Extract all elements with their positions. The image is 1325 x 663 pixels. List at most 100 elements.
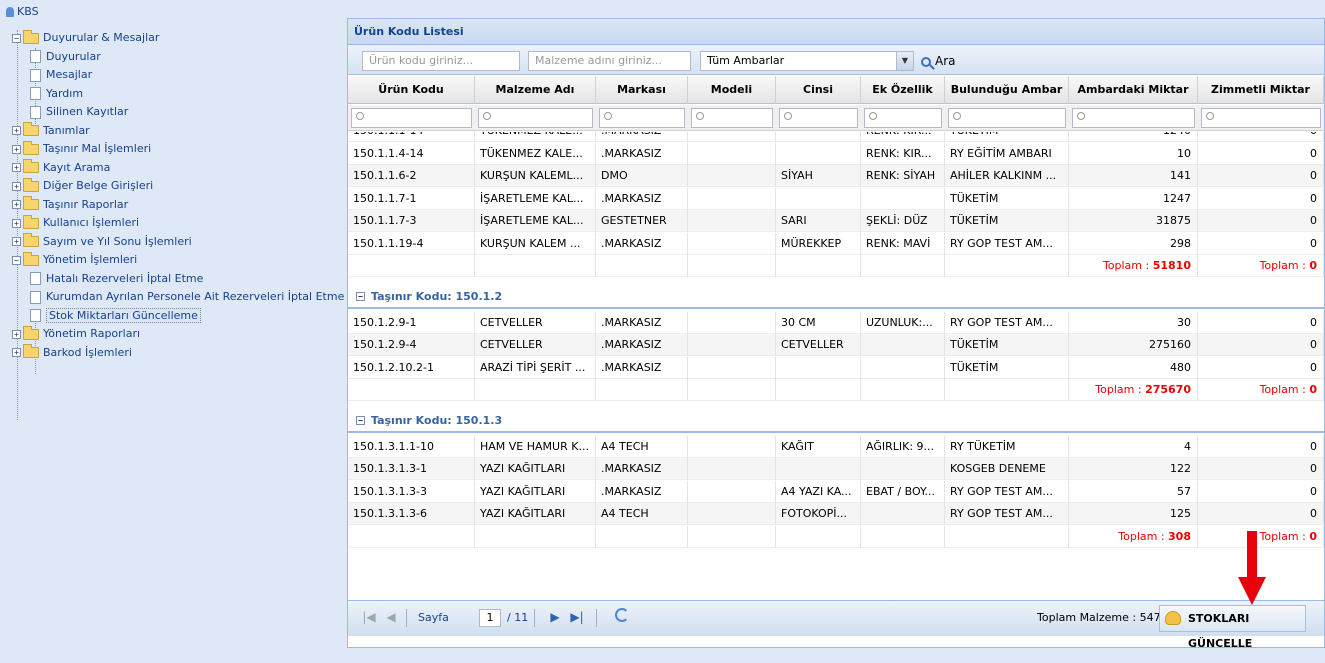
table-row[interactable]: 150.1.3.1.3-6 YAZI KAĞITLARI A4 TECH FOTOKO… [348, 503, 1324, 525]
table-cell: RENK: KIR... [861, 132, 945, 142]
last-page-icon[interactable]: ▶| [570, 610, 584, 624]
table-cell: 0 [1198, 435, 1324, 458]
tree-item-label: Tanımlar [43, 123, 90, 137]
column-filter-input[interactable] [779, 108, 858, 128]
table-row[interactable]: 150.1.1.7-3 İŞARETLEME KAL... GESTETNER SAR… [348, 210, 1324, 232]
table-row[interactable]: 150.1.2.9-1 CETVELLER .MARKASIZ 30 CM UZUNLU… [348, 311, 1324, 334]
grid-body[interactable]: 150.1.1.1-14TÜKENMEZ KALE....MARKASIZREN… [348, 132, 1324, 596]
tree-root[interactable]: KBS [6, 1, 39, 22]
table-cell [688, 356, 776, 379]
table-cell: TÜKENMEZ KALE... [475, 142, 596, 165]
next-page-icon[interactable]: ▶ [548, 610, 562, 624]
column-header[interactable]: Zimmetli Miktar [1198, 76, 1324, 104]
expand-icon[interactable]: + [12, 218, 21, 228]
collapse-icon[interactable]: − [12, 255, 21, 265]
column-filter-input[interactable] [599, 108, 685, 128]
column-header[interactable]: Cinsi [776, 76, 861, 104]
folder-icon [23, 177, 39, 192]
table-row[interactable]: 150.1.3.1.1-10 HAM VE HAMUR K... A4 TECH KA… [348, 435, 1324, 458]
total-value: 0 [1309, 383, 1317, 396]
column-filter-input[interactable] [948, 108, 1066, 128]
table-cell [861, 525, 945, 548]
table-cell [776, 525, 861, 548]
expand-icon[interactable]: + [12, 348, 21, 357]
chevron-down-icon[interactable]: ▼ [896, 52, 913, 70]
column-filter-input[interactable] [1201, 108, 1321, 128]
expand-icon[interactable]: + [12, 126, 21, 135]
table-cell: 275160 [1069, 334, 1198, 356]
table-cell: .MARKASIZ [596, 187, 688, 210]
table-row[interactable]: 150.1.3.1.3-1 YAZI KAĞITLARI .MARKASIZ KOSG… [348, 458, 1324, 480]
table-cell: TÜKETİM [945, 132, 1069, 142]
table-cell [596, 379, 688, 401]
total-label: Toplam : [1259, 529, 1310, 543]
product-code-input[interactable]: Ürün kodu giriniz... [362, 51, 520, 71]
table-cell: .MARKASIZ [596, 311, 688, 334]
collapse-icon[interactable]: − [356, 292, 365, 301]
column-header[interactable]: Ek Özellik [861, 76, 945, 104]
table-row[interactable]: 150.1.1.1-14TÜKENMEZ KALE....MARKASIZ REN… [348, 132, 1324, 142]
tree-item-label: Diğer Belge Girişleri [43, 179, 154, 192]
update-stocks-button[interactable]: STOKLARI GÜNCELLE [1159, 605, 1306, 650]
column-filter-input[interactable] [864, 108, 942, 128]
total-label: Toplam : [1118, 529, 1169, 543]
folder-icon [23, 251, 39, 266]
first-page-icon[interactable]: |◀ [362, 610, 376, 624]
table-row[interactable]: 150.1.1.7-1 İŞARETLEME KAL... .MARKASIZ TÜK… [348, 187, 1324, 210]
column-header[interactable]: Markası [596, 76, 688, 104]
expand-icon[interactable]: + [12, 200, 21, 209]
table-cell: 0 [1198, 311, 1324, 334]
table-cell: 0 [1198, 165, 1324, 187]
tree-item-label: Taşınır Raporlar [43, 197, 129, 211]
table-row[interactable]: 150.1.2.10.2-1 ARAZİ TİPİ ŞERİT ... .MARKA… [348, 356, 1324, 379]
material-name-input[interactable]: Malzeme adını giriniz... [528, 51, 691, 71]
table-cell [861, 255, 945, 277]
column-filter-input[interactable] [478, 108, 593, 128]
column-header[interactable]: Bulunduğu Ambar [945, 76, 1069, 104]
expand-icon[interactable]: + [12, 181, 21, 191]
total-stock: Toplam : 51810 [1069, 255, 1198, 277]
tree-item-label: Stok Miktarları Güncelleme [46, 307, 201, 323]
search-button[interactable]: Ara [921, 51, 956, 71]
warehouse-select[interactable]: Tüm Ambarlar ▼ [700, 51, 914, 71]
expand-icon[interactable]: + [12, 329, 21, 339]
total-stock: Toplam : 308 [1069, 525, 1198, 548]
column-filter-input[interactable] [691, 108, 773, 128]
panel-title: Ürün Kodu Listesi [348, 19, 1324, 45]
table-row[interactable]: 150.1.2.9-4 CETVELLER .MARKASIZ CETVELLER TÜ… [348, 334, 1324, 356]
table-cell [596, 255, 688, 277]
hand-icon [1165, 611, 1181, 625]
collapse-icon[interactable]: − [356, 416, 365, 425]
expand-icon[interactable]: + [12, 163, 21, 172]
column-filter-input[interactable] [1072, 108, 1195, 128]
table-row[interactable]: 150.1.1.6-2 KURŞUN KALEML... DMO SİYAH RENK:… [348, 165, 1324, 187]
column-header[interactable]: Ambardaki Miktar [1069, 76, 1198, 104]
tree-item[interactable]: + Barkod İşlemleri [12, 342, 132, 363]
collapse-icon[interactable]: − [12, 33, 21, 43]
table-cell [688, 525, 776, 548]
update-stocks-label: STOKLARI GÜNCELLE [1188, 612, 1253, 650]
expand-icon[interactable]: + [12, 237, 21, 246]
table-cell: RENK: SİYAH [861, 165, 945, 187]
expand-icon[interactable]: + [12, 144, 21, 154]
group-header[interactable]: − Taşınır Kodu: 150.1.2 [348, 281, 1324, 309]
column-filter-input[interactable] [351, 108, 472, 128]
table-row[interactable]: 150.1.1.19-4 KURŞUN KALEM ... .MARKASIZ MÜR… [348, 232, 1324, 255]
table-cell: YAZI KAĞITLARI [475, 480, 596, 503]
column-header[interactable]: Ürün Kodu [348, 76, 475, 104]
column-header[interactable]: Modeli [688, 76, 776, 104]
table-cell [861, 356, 945, 379]
table-cell: 150.1.3.1.3-3 [348, 480, 475, 503]
column-header[interactable]: Malzeme Adı [475, 76, 596, 104]
table-cell [688, 132, 776, 142]
table-cell: 0 [1198, 480, 1324, 503]
table-row[interactable]: 150.1.3.1.3-3 YAZI KAĞITLARI .MARKASIZ A4 Y… [348, 480, 1324, 503]
prev-page-icon[interactable]: ◀ [384, 610, 398, 624]
table-cell: 480 [1069, 356, 1198, 379]
table-cell: RY EĞİTİM AMBARI [945, 142, 1069, 165]
page-number-input[interactable]: 1 [479, 609, 501, 627]
table-cell: 1240 [1069, 132, 1198, 142]
refresh-icon[interactable] [615, 608, 629, 622]
group-header[interactable]: − Taşınır Kodu: 150.1.3 [348, 405, 1324, 433]
table-row[interactable]: 150.1.1.4-14 TÜKENMEZ KALE... .MARKASIZ REN… [348, 142, 1324, 165]
